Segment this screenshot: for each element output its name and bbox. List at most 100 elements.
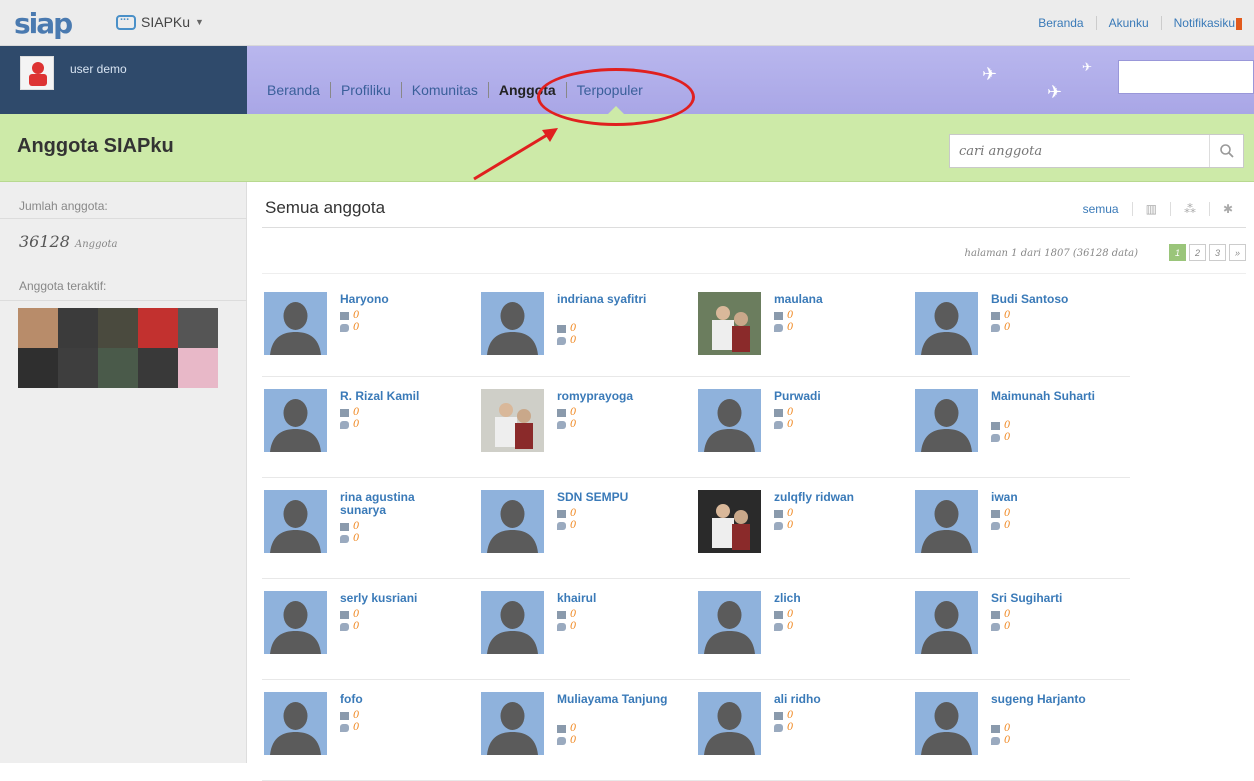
member-name[interactable]: Muliayama Tanjung xyxy=(557,693,677,706)
member-name[interactable]: Sri Sugiharti xyxy=(991,592,1111,605)
member-posts-stat: 0 xyxy=(774,508,793,520)
filter-all[interactable]: semua xyxy=(1070,202,1132,216)
member-search-input[interactable] xyxy=(950,135,1208,167)
member-avatar[interactable] xyxy=(264,692,327,755)
member-comments-stat: 0 xyxy=(557,735,576,747)
member-stats: 00 xyxy=(774,310,793,334)
member-posts-stat: 0 xyxy=(991,310,1010,322)
member-avatar[interactable] xyxy=(915,591,978,654)
active-member-thumb[interactable] xyxy=(138,348,178,388)
member-avatar[interactable] xyxy=(481,591,544,654)
member-avatar[interactable] xyxy=(915,389,978,452)
member-avatar[interactable] xyxy=(698,389,761,452)
active-member-thumb[interactable] xyxy=(18,348,58,388)
member-name[interactable]: Haryono xyxy=(340,293,460,306)
member-stats: 00 xyxy=(340,609,359,633)
member-comments-count: 0 xyxy=(1004,520,1011,531)
member-posts-stat: 0 xyxy=(557,508,576,520)
member-comments-count: 0 xyxy=(570,735,577,746)
member-name[interactable]: Maimunah Suharti xyxy=(991,390,1111,403)
member-name[interactable]: maulana xyxy=(774,293,894,306)
member-avatar[interactable] xyxy=(915,692,978,755)
member-name[interactable]: rina agustina sunarya xyxy=(340,491,460,517)
member-comments-stat: 0 xyxy=(774,621,793,633)
filter-star-icon[interactable]: ✱ xyxy=(1208,202,1246,216)
active-member-thumb[interactable] xyxy=(98,308,138,348)
member-stats: 00 xyxy=(991,723,1010,747)
member-name[interactable]: fofo xyxy=(340,693,460,706)
active-member-thumb[interactable] xyxy=(58,348,98,388)
member-avatar[interactable] xyxy=(481,389,544,452)
active-member-thumb[interactable] xyxy=(18,308,58,348)
member-name[interactable]: zlich xyxy=(774,592,894,605)
member-comments-stat: 0 xyxy=(774,520,793,532)
member-comments-stat: 0 xyxy=(774,722,793,734)
member-avatar[interactable] xyxy=(915,292,978,355)
member-name[interactable]: iwan xyxy=(991,491,1111,504)
tab-komunitas[interactable]: Komunitas xyxy=(400,82,488,98)
member-avatar[interactable] xyxy=(264,591,327,654)
member-posts-stat: 0 xyxy=(340,521,359,533)
tab-profiliku[interactable]: Profiliku xyxy=(329,82,401,98)
page-1[interactable]: 1 xyxy=(1169,244,1186,261)
member-comments-stat: 0 xyxy=(340,419,359,431)
member-name[interactable]: Budi Santoso xyxy=(991,293,1111,306)
header-search-input[interactable] xyxy=(1118,60,1254,94)
member-comments-stat: 0 xyxy=(991,621,1010,633)
active-member-thumb[interactable] xyxy=(178,308,218,348)
member-card: zlich 0 0 xyxy=(696,579,913,680)
member-name[interactable]: indriana syafitri xyxy=(557,293,677,306)
member-name[interactable]: khairul xyxy=(557,592,677,605)
member-avatar[interactable] xyxy=(264,292,327,355)
member-avatar[interactable] xyxy=(264,490,327,553)
page-next[interactable]: » xyxy=(1229,244,1246,261)
member-name[interactable]: R. Rizal Kamil xyxy=(340,390,460,403)
comment-icon xyxy=(340,724,349,732)
member-count: 36128 Anggota xyxy=(19,232,117,251)
member-avatar[interactable] xyxy=(481,490,544,553)
member-avatar[interactable] xyxy=(698,591,761,654)
toplink-notifikasiku[interactable]: Notifikasiku xyxy=(1160,16,1254,30)
member-comments-stat: 0 xyxy=(340,322,359,334)
member-avatar[interactable] xyxy=(698,490,761,553)
filter-activity-icon[interactable]: ⁂ xyxy=(1169,202,1209,216)
top-links: Beranda Akunku Notifikasiku xyxy=(1026,16,1254,30)
pagination: 1 2 3 » xyxy=(1169,244,1246,261)
member-avatar[interactable] xyxy=(481,692,544,755)
member-avatar[interactable] xyxy=(698,292,761,355)
member-name[interactable]: romyprayoga xyxy=(557,390,677,403)
search-button[interactable] xyxy=(1209,135,1243,167)
app-switcher[interactable]: SIAPKu ▼ xyxy=(116,11,204,30)
active-member-thumb[interactable] xyxy=(178,348,218,388)
member-stats: 00 xyxy=(557,508,576,532)
member-name[interactable]: SDN SEMPU xyxy=(557,491,677,504)
member-count-label: Jumlah anggota: xyxy=(19,199,108,213)
active-member-thumb[interactable] xyxy=(138,308,178,348)
toplink-beranda[interactable]: Beranda xyxy=(1026,16,1095,30)
siap-logo[interactable]: siap xyxy=(14,7,73,40)
member-avatar[interactable] xyxy=(481,292,544,355)
tab-beranda[interactable]: Beranda xyxy=(267,82,330,98)
page-3[interactable]: 3 xyxy=(1209,244,1226,261)
posts-icon xyxy=(340,611,349,619)
member-stats: 00 xyxy=(774,710,793,734)
user-name[interactable]: user demo xyxy=(70,62,127,76)
member-avatar[interactable] xyxy=(698,692,761,755)
active-member-thumb[interactable] xyxy=(58,308,98,348)
filter-posts-icon[interactable]: ▥ xyxy=(1131,202,1170,216)
member-name[interactable]: serly kusriani xyxy=(340,592,460,605)
member-posts-stat: 0 xyxy=(774,609,793,621)
active-member-thumb[interactable] xyxy=(98,348,138,388)
member-comments-stat: 0 xyxy=(340,621,359,633)
user-avatar[interactable] xyxy=(20,56,54,90)
member-name[interactable]: zulqfly ridwan xyxy=(774,491,894,504)
member-name[interactable]: Purwadi xyxy=(774,390,894,403)
page-2[interactable]: 2 xyxy=(1189,244,1206,261)
member-posts-count: 0 xyxy=(570,609,577,620)
member-avatar[interactable] xyxy=(264,389,327,452)
member-filters: semua ▥ ⁂ ✱ xyxy=(1070,202,1246,216)
member-name[interactable]: ali ridho xyxy=(774,693,894,706)
member-avatar[interactable] xyxy=(915,490,978,553)
member-name[interactable]: sugeng Harjanto xyxy=(991,693,1111,706)
toplink-akunku[interactable]: Akunku xyxy=(1095,16,1161,30)
